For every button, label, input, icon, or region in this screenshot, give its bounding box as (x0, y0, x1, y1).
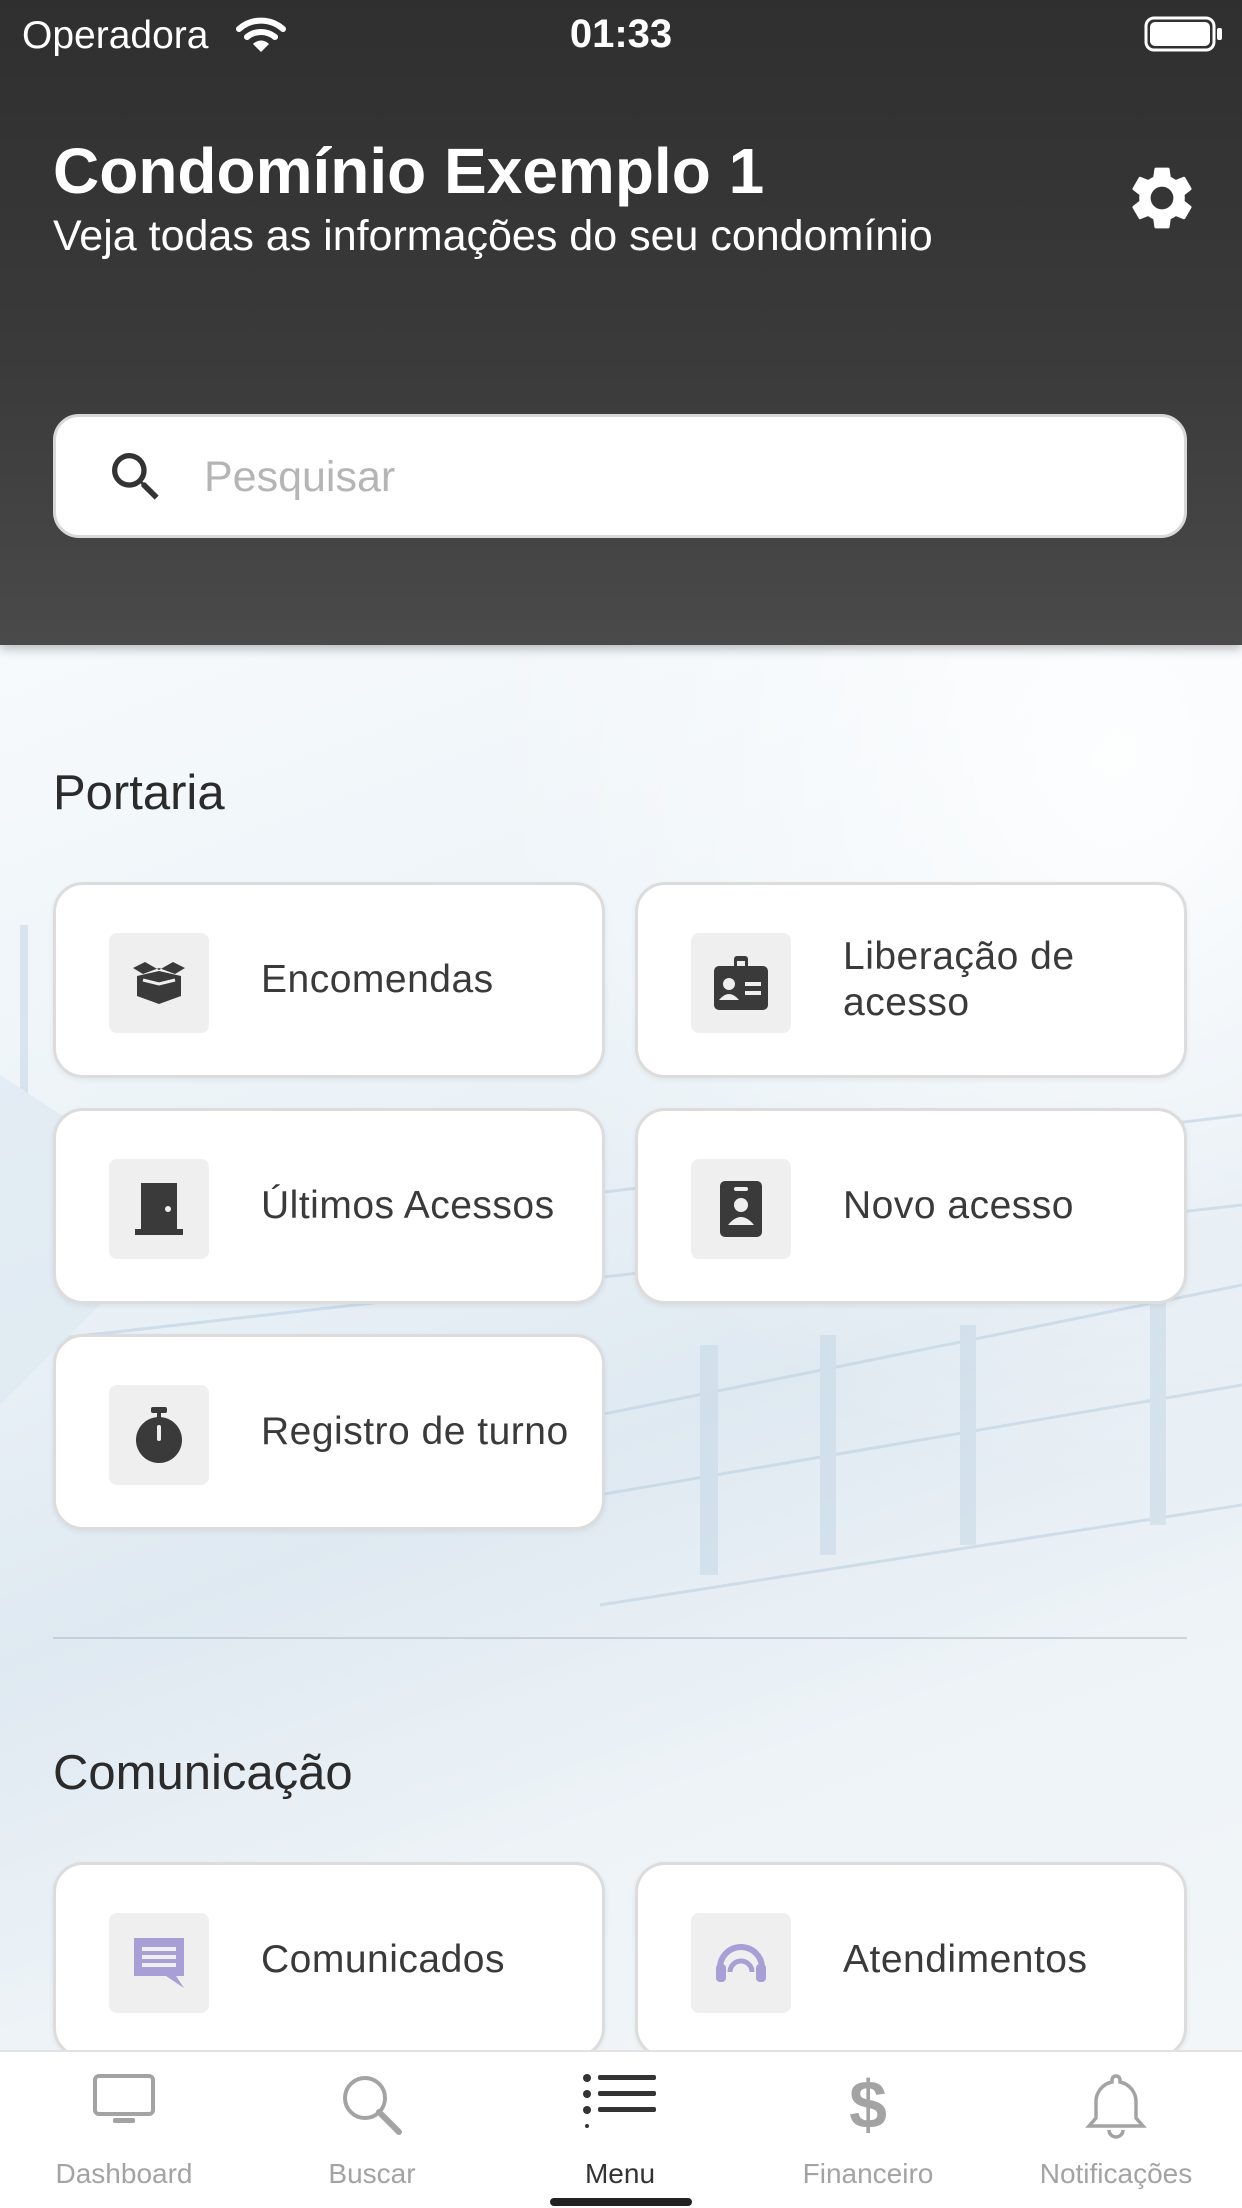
status-time: 01:33 (569, 12, 673, 56)
stopwatch-icon (136, 1407, 182, 1463)
section-divider (53, 1637, 1187, 1639)
message-icon (134, 1938, 184, 1988)
door-icon (135, 1183, 183, 1235)
card-label: Comunicados (261, 1938, 505, 1981)
package-icon (133, 962, 185, 1004)
card-label: Liberação de acesso (843, 935, 1075, 1024)
menu-item-liberacao-de-acesso[interactable]: Liberação de acesso (635, 882, 1187, 1078)
tab-label: Notificações (1039, 2158, 1193, 2189)
menu-item-encomendas[interactable]: Encomendas (53, 882, 605, 1078)
card-label: Atendimentos (843, 1938, 1088, 1981)
card-icon-box (691, 1913, 791, 2013)
card-label: Registro de turno (261, 1410, 569, 1453)
tab-buscar[interactable]: Buscar (248, 2052, 496, 2208)
card-icon-box (109, 1159, 209, 1259)
app-header: Operadora 01:33 Condomínio Exemplo 1 Vej… (0, 0, 1242, 645)
home-indicator (550, 2198, 692, 2206)
search-bar[interactable] (53, 414, 1187, 538)
tab-label: Menu (584, 2158, 656, 2189)
dollar-icon: $ (849, 2072, 887, 2138)
menu-item-comunicados[interactable]: Comunicados (53, 1862, 605, 2050)
section-title-comunicacao: Comunicação (53, 1746, 353, 1800)
monitor-icon (93, 2074, 155, 2123)
battery-icon (1144, 16, 1222, 52)
page-title: Condomínio Exemplo 1 (53, 135, 765, 207)
tab-label: Buscar (328, 2158, 416, 2189)
tab-label: Financeiro (802, 2158, 934, 2189)
id-badge-icon (714, 956, 768, 1010)
tab-notificacoes[interactable]: Notificações (992, 2052, 1240, 2208)
card-label: Últimos Acessos (261, 1184, 555, 1227)
contact-card-icon (720, 1181, 762, 1237)
bottom-tab-bar: Dashboard Buscar Menu $ Financeiro Notif… (0, 2050, 1242, 2208)
menu-item-novo-acesso[interactable]: Novo acesso (635, 1108, 1187, 1304)
card-icon-box (691, 1159, 791, 1259)
card-icon-box (109, 1913, 209, 2013)
bell-icon (1085, 2074, 1147, 2139)
search-icon (343, 2076, 402, 2135)
card-label: Novo acesso (843, 1184, 1074, 1227)
menu-item-atendimentos[interactable]: Atendimentos (635, 1862, 1187, 2050)
tab-label: Dashboard (55, 2158, 193, 2189)
tab-menu[interactable]: Menu (496, 2052, 744, 2208)
menu-content[interactable]: Portaria Encomendas Liberação de acesso (0, 645, 1242, 2050)
tab-financeiro[interactable]: $ Financeiro (744, 2052, 992, 2208)
search-icon (112, 453, 159, 500)
card-icon-box (109, 933, 209, 1033)
headset-icon (716, 1944, 766, 1982)
card-icon-box (691, 933, 791, 1033)
status-bar: Operadora 01:33 (0, 0, 1242, 70)
list-icon (583, 2074, 656, 2128)
svg-text:$: $ (849, 2072, 887, 2138)
menu-item-registro-de-turno[interactable]: Registro de turno (53, 1334, 605, 1530)
search-input[interactable] (204, 441, 1144, 513)
section-title-portaria: Portaria (53, 766, 225, 820)
card-icon-box (109, 1385, 209, 1485)
tab-dashboard[interactable]: Dashboard (0, 2052, 248, 2208)
card-label: Encomendas (261, 958, 494, 1001)
page-subtitle: Veja todas as informações do seu condomí… (53, 212, 933, 260)
gear-icon[interactable] (1124, 160, 1200, 236)
menu-item-ultimos-acessos[interactable]: Últimos Acessos (53, 1108, 605, 1304)
